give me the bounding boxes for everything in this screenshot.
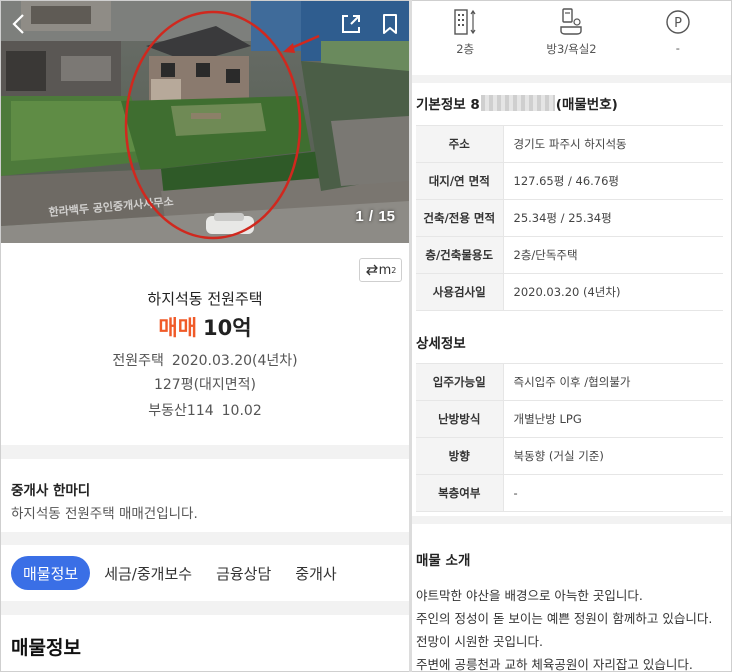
bookmark-button[interactable]: [377, 11, 403, 37]
share-icon: [342, 15, 360, 33]
section-divider: [1, 601, 409, 615]
area-unit-label: m: [378, 262, 392, 278]
detail-info-table: 입주가능일 즉시입주 이후 /협의불가 난방방식 개별난방 LPG 방향 북동향…: [416, 363, 723, 512]
row-value: 경기도 파주시 하지석동: [503, 125, 723, 163]
property-photo[interactable]: 한라백두 공인중개사사무소 1 / 15: [1, 1, 409, 243]
svg-text:P: P: [674, 16, 682, 31]
swap-arrows-icon: [365, 264, 378, 276]
approval-date: 2020.03.20(4년차): [171, 353, 298, 369]
row-key: 복층여부: [416, 474, 504, 512]
listing-panel: 한라백두 공인중개사사무소 1 / 15 m 2 하지석동 전원주택 매매 10…: [1, 1, 409, 671]
building-floor-icon: [454, 9, 476, 35]
table-row: 층/건축물용도 2층/단독주택: [416, 236, 723, 274]
row-value: 2020.03.20 (4년차): [503, 273, 723, 311]
price-type: 매매: [158, 316, 198, 340]
detail-info-title: 상세정보: [416, 336, 466, 352]
section-heading: 매물정보: [11, 637, 81, 659]
basic-info-title-suffix: (매물번호): [555, 97, 618, 113]
summary-strip: 2층 방3/욕실2 P -: [412, 1, 731, 71]
table-row: 난방방식 개별난방 LPG: [416, 400, 723, 438]
tab-agent[interactable]: 중개사: [283, 556, 348, 590]
introduction-line: 주인의 정성이 돋 보이는 예쁜 정원이 함께하고 있습니다.: [416, 611, 713, 626]
price-line: 매매 10억: [1, 312, 409, 342]
photo-counter-sep: /: [368, 208, 374, 225]
detail-tabs: 매물정보 세금/중개보수 금융상담 중개사: [1, 545, 409, 601]
source-date: 10.02: [221, 403, 262, 419]
summary-rooms: 방3/욕실2: [518, 1, 624, 71]
row-key: 주소: [416, 125, 504, 163]
land-area: 127평(대지면적): [153, 377, 257, 393]
area-unit-toggle-button[interactable]: m2: [359, 258, 402, 282]
listing-number-mask: [480, 95, 555, 111]
price-value: 10억: [203, 316, 252, 340]
tab-listing-info[interactable]: 매물정보: [11, 556, 91, 590]
row-key: 건축/전용 면적: [416, 199, 504, 237]
summary-parking-label: -: [675, 41, 680, 55]
section-divider: [1, 532, 409, 545]
row-key: 방향: [416, 437, 504, 475]
row-value: -: [503, 474, 723, 512]
tab-loan-consult[interactable]: 금융상담: [204, 556, 283, 590]
table-row: 복층여부 -: [416, 474, 723, 512]
introduction-title: 매물 소개: [416, 553, 471, 569]
basic-info-table: 주소 경기도 파주시 하지석동 대지/연 면적 127.65평 / 46.76평…: [416, 125, 723, 311]
building-type: 전원주택: [112, 353, 164, 369]
table-row: 입주가능일 즉시입주 이후 /협의불가: [416, 363, 723, 401]
table-row: 대지/연 면적 127.65평 / 46.76평: [416, 162, 723, 200]
photo-counter: 1 / 15: [355, 207, 395, 225]
row-key: 난방방식: [416, 400, 504, 438]
aerial-photo-image: 한라백두 공인중개사사무소: [1, 1, 409, 243]
photo-counter-current: 1: [355, 208, 364, 225]
introduction-line: 주변에 공릉천과 교하 체육공원이 자리잡고 있습니다.: [416, 657, 693, 671]
table-row: 방향 북동향 (거실 기준): [416, 437, 723, 475]
summary-floor: 2층: [412, 1, 518, 71]
source-line: 부동산114 10.02: [1, 400, 409, 420]
area-unit-sup: 2: [391, 265, 397, 275]
introduction-line: 전망이 시원한 곳입니다.: [416, 634, 543, 649]
chevron-left-icon: [12, 14, 24, 34]
section-divider: [1, 445, 409, 459]
introduction-line: 야트막한 야산을 배경으로 아늑한 곳입니다.: [416, 588, 643, 603]
row-value: 개별난방 LPG: [503, 400, 723, 438]
details-panel: 2층 방3/욕실2 P - 기본정보 8 (매물번호) 주소 경기도 파주시 하지…: [412, 1, 731, 671]
table-row: 주소 경기도 파주시 하지석동: [416, 125, 723, 163]
row-value: 북동향 (거실 기준): [503, 437, 723, 475]
table-row: 건축/전용 면적 25.34평 / 25.34평: [416, 199, 723, 237]
row-key: 층/건축물용도: [416, 236, 504, 274]
row-value: 127.65평 / 46.76평: [503, 162, 723, 200]
row-value: 25.34평 / 25.34평: [503, 199, 723, 237]
row-value: 즉시입주 이후 /협의불가: [503, 363, 723, 401]
tab-tax-fee[interactable]: 세금/중개보수: [92, 556, 204, 590]
room-bath-icon: [560, 8, 583, 35]
share-button[interactable]: [338, 11, 364, 37]
building-type-line: 전원주택 2020.03.20(4년차): [1, 350, 409, 370]
photo-counter-total: 15: [378, 208, 395, 225]
parking-icon: P: [666, 10, 690, 34]
basic-info-title: 기본정보 8 (매물번호): [416, 93, 618, 113]
agent-comment-text: 하지석동 전원주택 매매건입니다.: [11, 506, 198, 522]
summary-parking: P -: [625, 1, 731, 71]
summary-rooms-label: 방3/욕실2: [546, 42, 597, 56]
agent-comment-title: 중개사 한마디: [11, 483, 91, 499]
table-row: 사용검사일 2020.03.20 (4년차): [416, 273, 723, 311]
section-divider: [412, 516, 731, 524]
source-name: 부동산114: [148, 403, 214, 419]
row-key: 사용검사일: [416, 273, 504, 311]
property-title: 하지석동 전원주택: [147, 290, 263, 308]
basic-info-title-prefix: 기본정보 8: [416, 97, 480, 113]
summary-floor-label: 2층: [456, 42, 475, 56]
row-value: 2층/단독주택: [503, 236, 723, 274]
row-key: 입주가능일: [416, 363, 504, 401]
back-button[interactable]: [7, 11, 33, 37]
section-divider: [412, 75, 731, 83]
row-key: 대지/연 면적: [416, 162, 504, 200]
bookmark-icon: [383, 14, 397, 34]
